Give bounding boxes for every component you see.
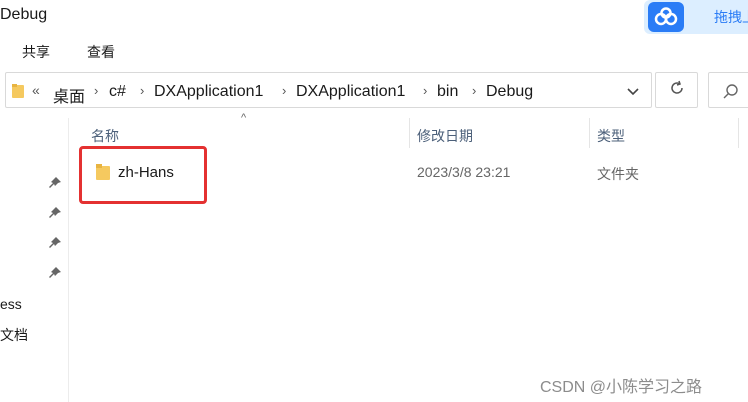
cloud-widget-label: 拖拽上 (714, 9, 748, 25)
column-header-type[interactable]: 类型 (597, 126, 625, 146)
breadcrumb-bin[interactable]: bin (437, 83, 458, 101)
breadcrumb-separator-icon[interactable]: › (423, 83, 427, 98)
file-type: 文件夹 (597, 166, 639, 182)
cloud-icon (648, 2, 684, 32)
sort-ascending-icon: ^ (241, 112, 247, 124)
breadcrumb-c-sharp[interactable]: c# (109, 83, 126, 101)
nav-pane-divider (68, 118, 69, 402)
address-bar[interactable]: « 桌面 › c# › DXApplication1 › DXApplicati… (5, 72, 652, 108)
column-divider[interactable] (589, 118, 590, 148)
breadcrumb-separator-icon[interactable]: › (282, 83, 286, 98)
breadcrumb-separator-icon[interactable]: › (140, 83, 144, 98)
column-divider[interactable] (409, 118, 410, 148)
pin-icon[interactable] (48, 236, 62, 255)
search-icon (723, 83, 739, 104)
pin-icon[interactable] (48, 176, 62, 195)
refresh-icon (669, 80, 685, 101)
file-date-modified: 2023/3/8 23:21 (417, 164, 511, 180)
column-divider[interactable] (738, 118, 739, 148)
breadcrumb-desktop[interactable]: 桌面 (53, 83, 85, 107)
breadcrumb-separator-icon[interactable]: › (472, 83, 476, 98)
window-title: Debug (0, 6, 48, 23)
breadcrumb-debug[interactable]: Debug (486, 83, 533, 101)
pin-icon[interactable] (48, 266, 62, 285)
search-input[interactable] (708, 72, 748, 108)
breadcrumb-separator-icon[interactable]: › (94, 83, 98, 98)
breadcrumb-dxapplication1-inner[interactable]: DXApplication1 (296, 83, 405, 101)
watermark: CSDN @小陈学习之路 (540, 379, 703, 396)
breadcrumb-dxapplication1[interactable]: DXApplication1 (154, 83, 263, 101)
nav-item-ess[interactable]: ess (0, 296, 22, 312)
pin-icon[interactable] (48, 206, 62, 225)
column-header-date[interactable]: 修改日期 (417, 126, 473, 146)
breadcrumb-overflow-icon[interactable]: « (32, 82, 40, 98)
annotation-highlight-box (79, 146, 207, 204)
cloud-upload-widget[interactable]: 拖拽上 (644, 0, 748, 34)
tab-share[interactable]: 共享 (22, 42, 50, 62)
refresh-button[interactable] (655, 72, 698, 108)
column-header-name[interactable]: 名称 (91, 126, 119, 146)
chevron-down-icon[interactable] (626, 84, 640, 102)
nav-item-documents[interactable]: 文档 (0, 325, 28, 345)
tab-view[interactable]: 查看 (87, 42, 115, 62)
folder-icon (12, 84, 24, 103)
